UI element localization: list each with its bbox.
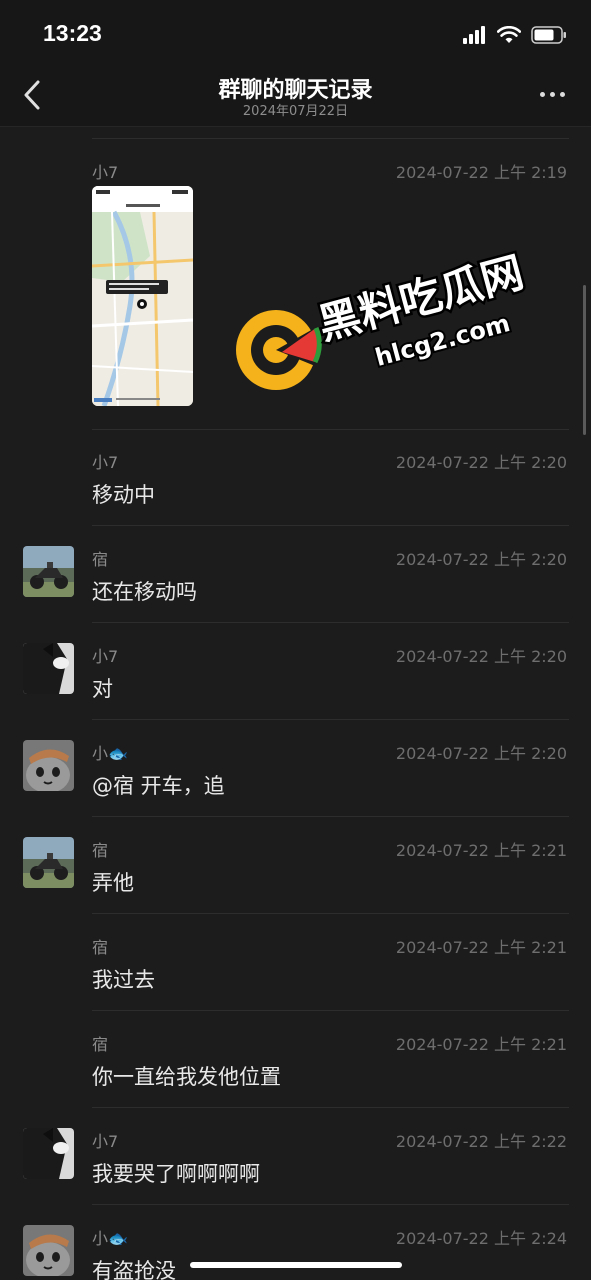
list-item: 小7 2024-07-22 上午 2:20 移动中 [0, 429, 591, 546]
divider [92, 1204, 569, 1205]
status-time: 13:23 [43, 20, 102, 46]
sender-name: 宿 [92, 1035, 109, 1054]
message-text: 移动中 [92, 483, 155, 507]
list-item: 宿 2024-07-22 上午 2:21 你一直给我发他位置 [0, 1031, 591, 1128]
sender-name: 小7 [92, 453, 119, 472]
sender-name: 小7 [92, 163, 119, 182]
message-time: 2024-07-22 上午 2:20 [395, 453, 567, 472]
page-subtitle: 2024年07月22日 [242, 104, 349, 119]
message-time: 2024-07-22 上午 2:21 [395, 1035, 567, 1054]
message-time: 2024-07-22 上午 2:22 [395, 1132, 567, 1151]
message-text: 有盗抢没 [92, 1259, 176, 1280]
message-time: 2024-07-22 上午 2:20 [395, 647, 567, 666]
status-bar: 13:23 [0, 0, 591, 64]
chat-history-list[interactable]: 小7 2024-07-22 上午 2:19 小7 2024-07-22 上午 2… [0, 127, 591, 1280]
sender-name: 小🐟 [92, 1229, 128, 1248]
divider [92, 719, 569, 720]
more-dots-icon [540, 92, 545, 97]
message-time: 2024-07-22 上午 2:21 [395, 938, 567, 957]
divider [92, 525, 569, 526]
divider [92, 429, 569, 430]
avatar[interactable] [23, 837, 74, 888]
message-text: 还在移动吗 [92, 580, 197, 604]
divider [92, 138, 569, 139]
divider [92, 1107, 569, 1108]
message-time: 2024-07-22 上午 2:24 [395, 1229, 567, 1248]
avatar[interactable] [23, 1225, 74, 1276]
avatar[interactable] [23, 1128, 74, 1179]
sender-name: 宿 [92, 938, 109, 957]
sender-name: 小🐟 [92, 744, 128, 763]
message-time: 2024-07-22 上午 2:20 [395, 744, 567, 763]
message-time: 2024-07-22 上午 2:20 [395, 550, 567, 569]
avatar[interactable] [23, 546, 74, 597]
message-time: 2024-07-22 上午 2:19 [395, 163, 567, 182]
message-text: 弄他 [92, 871, 134, 895]
message-text: 我过去 [92, 968, 155, 992]
status-icons [463, 24, 567, 46]
more-options-button[interactable] [540, 92, 565, 97]
list-item: 小🐟 2024-07-22 上午 2:20 @宿 开车，追 [0, 740, 591, 837]
message-text: @宿 开车，追 [92, 774, 225, 798]
divider [92, 622, 569, 623]
message-time: 2024-07-22 上午 2:21 [395, 841, 567, 860]
nav-bar: 群聊的聊天记录 2024年07月22日 [0, 64, 591, 127]
list-item: 小🐟 2024-07-22 上午 2:24 有盗抢没 [0, 1225, 591, 1280]
divider [92, 1010, 569, 1011]
list-item: 宿 2024-07-22 上午 2:21 我过去 [0, 934, 591, 1031]
wifi-icon [497, 26, 521, 43]
divider [92, 913, 569, 914]
list-item: 小7 2024-07-22 上午 2:22 我要哭了啊啊啊啊 [0, 1128, 591, 1225]
map-screenshot-image[interactable] [92, 186, 193, 406]
divider [92, 816, 569, 817]
sender-name: 宿 [92, 550, 109, 569]
home-indicator[interactable] [190, 1262, 402, 1268]
list-item: 宿 2024-07-22 上午 2:21 弄他 [0, 837, 591, 934]
sender-name: 宿 [92, 841, 109, 860]
sender-name: 小7 [92, 647, 119, 666]
avatar[interactable] [23, 740, 74, 791]
avatar[interactable] [23, 643, 74, 694]
cellular-signal-icon [463, 26, 485, 44]
list-item: 宿 2024-07-22 上午 2:20 还在移动吗 [0, 546, 591, 643]
sender-name: 小7 [92, 1132, 119, 1151]
battery-icon [531, 26, 566, 44]
list-item: 小7 2024-07-22 上午 2:19 [0, 159, 591, 429]
list-item: 小7 2024-07-22 上午 2:20 对 [0, 643, 591, 740]
message-text: 对 [92, 677, 113, 701]
message-text: 你一直给我发他位置 [92, 1065, 281, 1089]
scrollbar[interactable] [583, 285, 586, 435]
message-text: 我要哭了啊啊啊啊 [92, 1162, 260, 1186]
